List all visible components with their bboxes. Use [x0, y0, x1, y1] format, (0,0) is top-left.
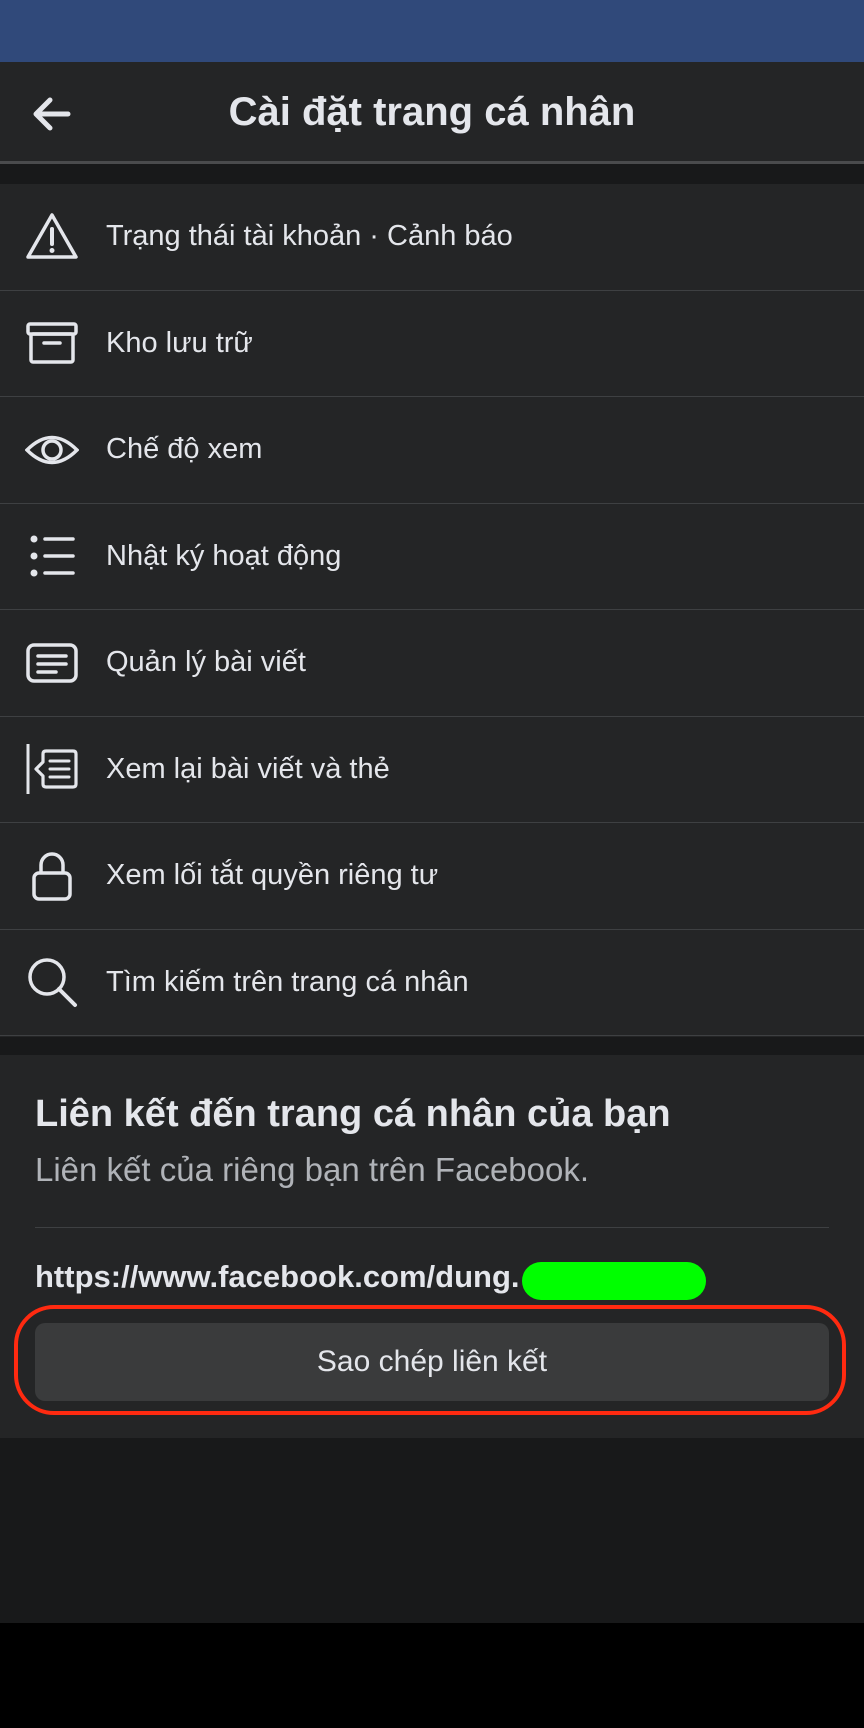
settings-menu: Trạng thái tài khoản · Cảnh báo Kho lưu …: [0, 184, 864, 1037]
redaction-mark: [522, 1262, 706, 1300]
menu-item-review-posts-tags[interactable]: Xem lại bài viết và thẻ: [0, 717, 864, 823]
status-bar: [0, 0, 864, 62]
section-subtitle: Liên kết của riêng bạn trên Facebook.: [35, 1151, 590, 1188]
section-gap: [0, 1037, 864, 1055]
menu-item-search-profile[interactable]: Tìm kiếm trên trang cá nhân: [0, 930, 864, 1036]
archive-box-icon: [25, 316, 79, 370]
menu-item-label: Kho lưu trữ: [106, 326, 253, 359]
profile-url: https://www.facebook.com/dung.: [35, 1259, 520, 1294]
menu-item-account-status[interactable]: Trạng thái tài khoản · Cảnh báo: [0, 184, 864, 291]
menu-item-label: Xem lối tắt quyền riêng tư: [106, 859, 439, 892]
menu-item-label: Quản lý bài viết: [106, 646, 306, 679]
lock-icon: [25, 849, 79, 903]
section-gap: [0, 164, 864, 184]
section-heading: Liên kết đến trang cá nhân của bạn: [35, 1093, 671, 1135]
system-nav-bar: [0, 1623, 864, 1728]
list-icon: [25, 529, 79, 583]
warning-triangle-icon: [25, 210, 79, 264]
profile-link-section: Liên kết đến trang cá nhân của bạn Liên …: [0, 1055, 864, 1438]
menu-item-label: Nhật ký hoạt động: [106, 539, 342, 572]
menu-item-label: Chế độ xem: [106, 433, 263, 466]
menu-item-label: Tìm kiếm trên trang cá nhân: [106, 965, 469, 998]
menu-item-privacy-shortcuts[interactable]: Xem lối tắt quyền riêng tư: [0, 823, 864, 930]
divider: [35, 1227, 829, 1228]
top-app-bar: Cài đặt trang cá nhân: [0, 62, 864, 164]
menu-item-activity-log[interactable]: Nhật ký hoạt động: [0, 504, 864, 610]
search-icon: [25, 955, 79, 1009]
copy-link-button[interactable]: Sao chép liên kết: [35, 1323, 829, 1401]
menu-item-manage-posts[interactable]: Quản lý bài viết: [0, 610, 864, 717]
review-posts-icon: [25, 742, 79, 796]
menu-item-view-as[interactable]: Chế độ xem: [0, 397, 864, 504]
empty-area: [0, 1438, 864, 1623]
post-manage-icon: [25, 636, 79, 690]
menu-item-archive[interactable]: Kho lưu trữ: [0, 291, 864, 397]
eye-icon: [25, 423, 79, 477]
page-title: Cài đặt trang cá nhân: [228, 90, 636, 134]
menu-item-label: Trạng thái tài khoản · Cảnh báo: [106, 220, 513, 253]
menu-item-label: Xem lại bài viết và thẻ: [106, 752, 390, 785]
